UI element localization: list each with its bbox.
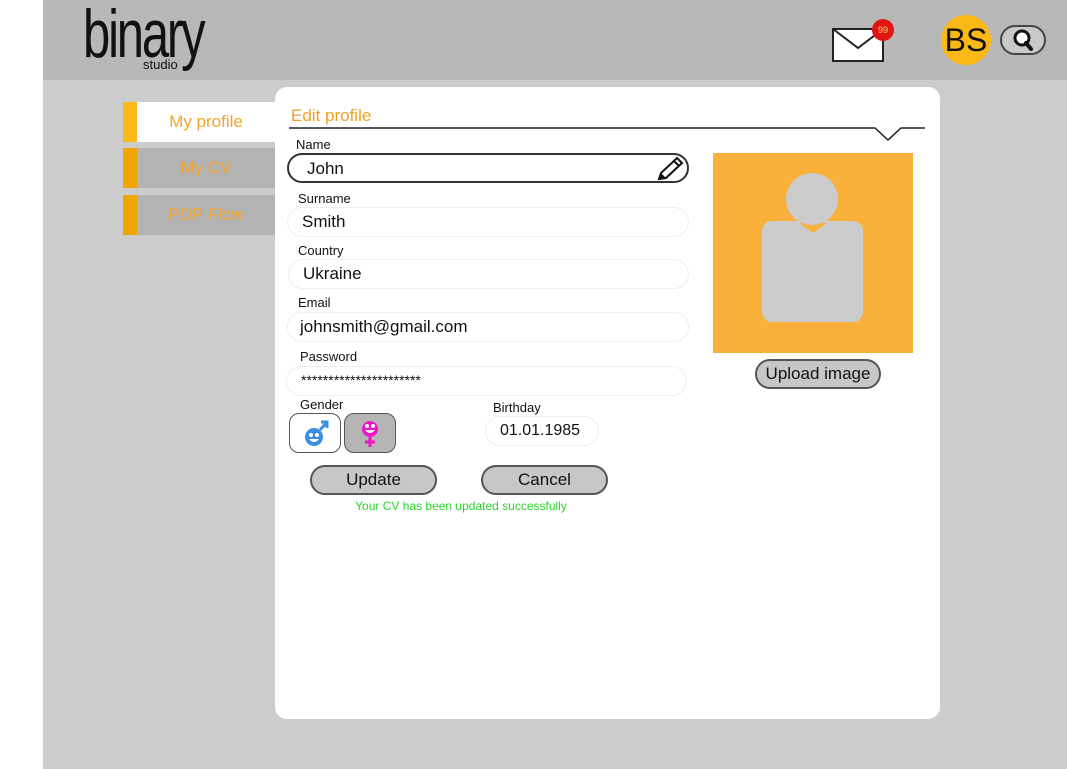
- sidebar-item-my-cv[interactable]: My CV: [123, 148, 275, 188]
- gender-male-button[interactable]: [289, 413, 341, 453]
- search-icon: [1013, 29, 1033, 51]
- top-bar: binary studio: [43, 0, 1067, 80]
- pencil-icon[interactable]: [655, 155, 685, 183]
- surname-field[interactable]: Smith: [287, 207, 689, 237]
- user-avatar[interactable]: BS: [941, 15, 991, 65]
- sidebar-item-pdp-flow[interactable]: PDP Flow: [123, 195, 275, 235]
- male-icon: [305, 420, 329, 446]
- birthday-label: Birthday: [493, 400, 541, 415]
- gender-label: Gender: [300, 397, 344, 412]
- sidebar-item-my-profile[interactable]: My profile: [123, 102, 275, 142]
- update-button[interactable]: Update: [310, 465, 437, 495]
- password-field[interactable]: **********************: [286, 366, 687, 396]
- title-underline-chevron[interactable]: [289, 118, 929, 146]
- search-button[interactable]: [1000, 25, 1046, 55]
- logo[interactable]: binary studio: [83, 0, 213, 79]
- surname-label: Surname: [298, 191, 351, 206]
- female-icon: [362, 421, 378, 447]
- logo-sub-text: studio: [143, 57, 178, 72]
- password-label: Password: [300, 349, 358, 364]
- success-message: Your CV has been updated successfully: [355, 499, 567, 513]
- name-field[interactable]: John: [287, 153, 689, 183]
- email-label: Email: [298, 295, 331, 310]
- country-label: Country: [298, 243, 344, 258]
- gender-female-button[interactable]: [344, 413, 396, 453]
- country-field[interactable]: Ukraine: [288, 259, 689, 289]
- birthday-field[interactable]: 01.01.1985: [485, 416, 599, 446]
- name-label: Name: [296, 137, 331, 152]
- cancel-button[interactable]: Cancel: [481, 465, 608, 495]
- profile-photo: [713, 153, 913, 353]
- upload-image-button[interactable]: Upload image: [755, 359, 881, 389]
- email-field[interactable]: johnsmith@gmail.com: [287, 312, 689, 342]
- user-placeholder-icon: [762, 173, 863, 322]
- notification-badge: 99: [872, 19, 894, 41]
